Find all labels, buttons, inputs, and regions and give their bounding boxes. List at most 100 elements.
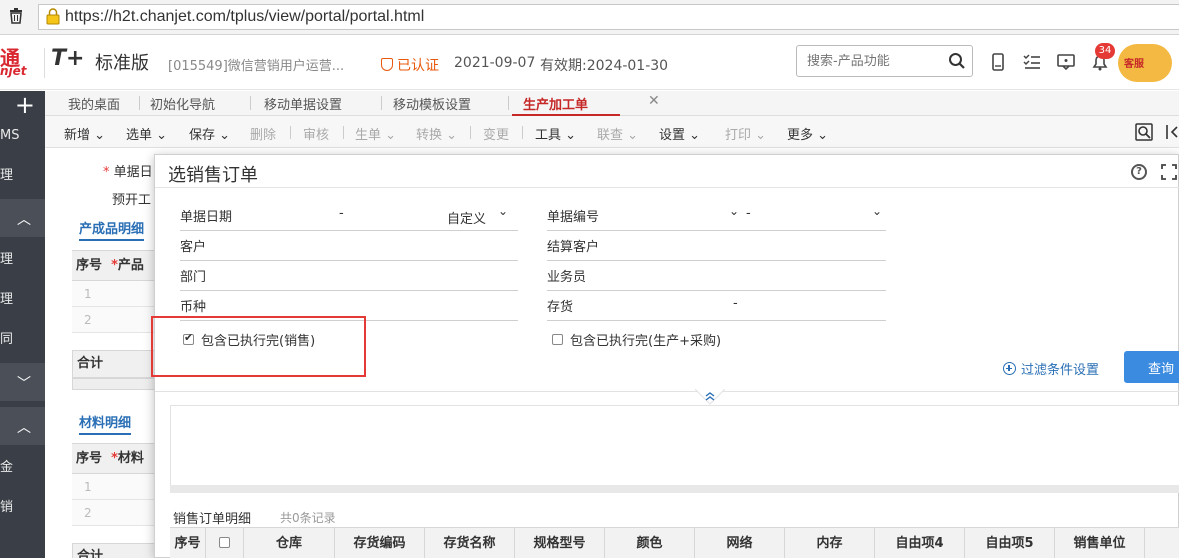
inventory-field[interactable]: 存货 -: [547, 291, 886, 321]
query-button[interactable]: 查询: [1124, 351, 1179, 383]
inventory-label: 存货: [547, 300, 574, 315]
more-label: 更多: [787, 128, 814, 143]
customer-field[interactable]: 客户: [180, 231, 518, 261]
plus-circle-icon: [1003, 362, 1016, 375]
filter-settings-link[interactable]: 过滤条件设置: [1003, 359, 1099, 378]
col-free-item-4[interactable]: 自由项4: [875, 528, 965, 558]
tab-divider: [250, 96, 251, 110]
sidebar-group-toggle[interactable]: ︿: [0, 199, 45, 237]
col-memory[interactable]: 内存: [785, 528, 875, 558]
sidebar-group-toggle[interactable]: ﹀: [0, 363, 45, 401]
grid-scrollbar[interactable]: [170, 485, 1179, 493]
col-material: 材料: [117, 451, 144, 466]
col-warehouse[interactable]: 仓库: [244, 528, 335, 558]
tab-mobile-template-settings[interactable]: 移动模板设置: [393, 94, 471, 113]
material-detail-title[interactable]: 材料明细: [79, 412, 132, 435]
sales-order-grid[interactable]: [170, 405, 1179, 491]
linked-query-button[interactable]: 联查 ⌄: [597, 124, 638, 143]
salesman-field[interactable]: 业务员: [547, 261, 886, 291]
change-button[interactable]: 变更: [483, 124, 509, 143]
convert-button[interactable]: 转换 ⌄: [416, 124, 457, 143]
col-seq: 序号: [76, 451, 103, 466]
help-icon[interactable]: ?: [1131, 164, 1147, 180]
add-module-button[interactable]: +: [0, 91, 45, 119]
include-completed-prod-checkbox[interactable]: 包含已执行完(生产+采购): [552, 330, 721, 349]
col-spec[interactable]: 规格型号: [515, 528, 605, 558]
trash-icon[interactable]: [9, 8, 23, 28]
col-free-item-5[interactable]: 自由项5: [965, 528, 1055, 558]
col-network[interactable]: 网络: [695, 528, 785, 558]
table-row[interactable]: 2: [72, 307, 162, 333]
col-color[interactable]: 颜色: [605, 528, 695, 558]
search-input[interactable]: [797, 46, 937, 76]
tab-mobile-doc-settings[interactable]: 移动单据设置: [264, 94, 342, 113]
department-field[interactable]: 部门: [180, 261, 518, 291]
feature-search[interactable]: [796, 45, 973, 77]
chevron-up-icon: ︿: [17, 420, 31, 436]
collapse-panel-icon[interactable]: [1163, 123, 1179, 141]
sidebar-item[interactable]: 销: [0, 497, 45, 519]
tab-production-order[interactable]: 生产加工单: [523, 94, 588, 113]
doc-date-field[interactable]: 单据日期 - 自定义 ⌄: [180, 201, 518, 231]
sidebar-item[interactable]: 理: [0, 165, 45, 187]
chevron-down-icon[interactable]: ⌄: [729, 204, 739, 218]
sidebar-item[interactable]: 同: [0, 329, 45, 351]
message-icon[interactable]: [1056, 52, 1076, 72]
col-inv-name[interactable]: 存货名称: [425, 528, 515, 558]
product-detail-title[interactable]: 产成品明细: [79, 218, 145, 241]
customer-service-avatar[interactable]: 客服: [1118, 44, 1172, 82]
toolbar-divider: [290, 126, 291, 139]
logo-subtext: njet: [0, 64, 27, 78]
tab-bar: 我的桌面 初始化导航 移动单据设置 移动模板设置 生产加工单 ✕: [45, 91, 1179, 116]
table-row[interactable]: 2: [72, 500, 162, 526]
audit-button[interactable]: 审核: [303, 124, 329, 143]
generate-doc-button[interactable]: 生单 ⌄: [355, 124, 396, 143]
save-button[interactable]: 保存 ⌄: [189, 124, 230, 143]
new-label: 新增: [64, 128, 91, 143]
maximize-icon[interactable]: [1161, 164, 1177, 180]
delete-button[interactable]: 删除: [250, 124, 276, 143]
select-doc-button[interactable]: 选单 ⌄: [126, 124, 167, 143]
tools-button[interactable]: 工具 ⌄: [535, 124, 576, 143]
checkbox-unchecked[interactable]: [552, 334, 563, 345]
date-mode-select[interactable]: 自定义: [447, 208, 486, 227]
address-bar[interactable]: https://h2t.chanjet.com/tplus/view/porta…: [38, 4, 1179, 30]
task-list-icon[interactable]: [1022, 52, 1042, 72]
product-name: T+: [51, 46, 85, 71]
col-sales-unit[interactable]: 销售单位: [1055, 528, 1145, 558]
zoom-search-icon[interactable]: [1135, 123, 1153, 141]
table-header: 序号 *产品: [72, 251, 162, 281]
sidebar-item[interactable]: 理: [0, 289, 45, 311]
save-label: 保存: [189, 128, 216, 143]
search-icon[interactable]: [948, 52, 966, 70]
material-total-row: 合计: [72, 543, 162, 558]
chevron-down-icon[interactable]: ⌄: [498, 204, 508, 218]
col-inv-code[interactable]: 存货编码: [335, 528, 425, 558]
col-seq: 序号: [76, 258, 103, 273]
chevron-down-icon[interactable]: ⌄: [872, 204, 882, 218]
col-product: 产品: [117, 258, 144, 273]
settle-customer-field[interactable]: 结算客户: [547, 231, 886, 261]
sidebar-item[interactable]: 金: [0, 457, 45, 479]
collapse-filter-icon[interactable]: [695, 389, 725, 405]
select-all-checkbox[interactable]: [219, 537, 230, 548]
horizontal-scrollbar[interactable]: [72, 378, 162, 390]
print-button[interactable]: 打印 ⌄: [725, 124, 766, 143]
tab-close-icon[interactable]: ✕: [648, 93, 660, 109]
doc-no-field[interactable]: 单据编号 ⌄ - ⌄: [547, 201, 886, 231]
tab-desktop[interactable]: 我的桌面: [68, 94, 120, 113]
table-row[interactable]: 1: [72, 281, 162, 307]
mobile-icon[interactable]: [988, 52, 1008, 72]
tab-init-guide[interactable]: 初始化导航: [150, 94, 215, 113]
more-button[interactable]: 更多 ⌄: [787, 124, 828, 143]
sidebar-group-toggle[interactable]: ︿: [0, 407, 45, 445]
company-name[interactable]: [015549]微信营销用户运营...: [168, 55, 344, 74]
new-button[interactable]: 新增 ⌄: [64, 124, 105, 143]
settings-button[interactable]: 设置 ⌄: [659, 124, 700, 143]
col-seq: 序号: [170, 528, 206, 558]
tab-divider: [139, 96, 140, 110]
sidebar-item[interactable]: MS: [0, 125, 45, 147]
app-header: 通 njet T+ 标准版 [015549]微信营销用户运营... 已认证 20…: [0, 36, 1179, 90]
table-row[interactable]: 1: [72, 474, 162, 500]
sidebar-item[interactable]: 理: [0, 249, 45, 271]
